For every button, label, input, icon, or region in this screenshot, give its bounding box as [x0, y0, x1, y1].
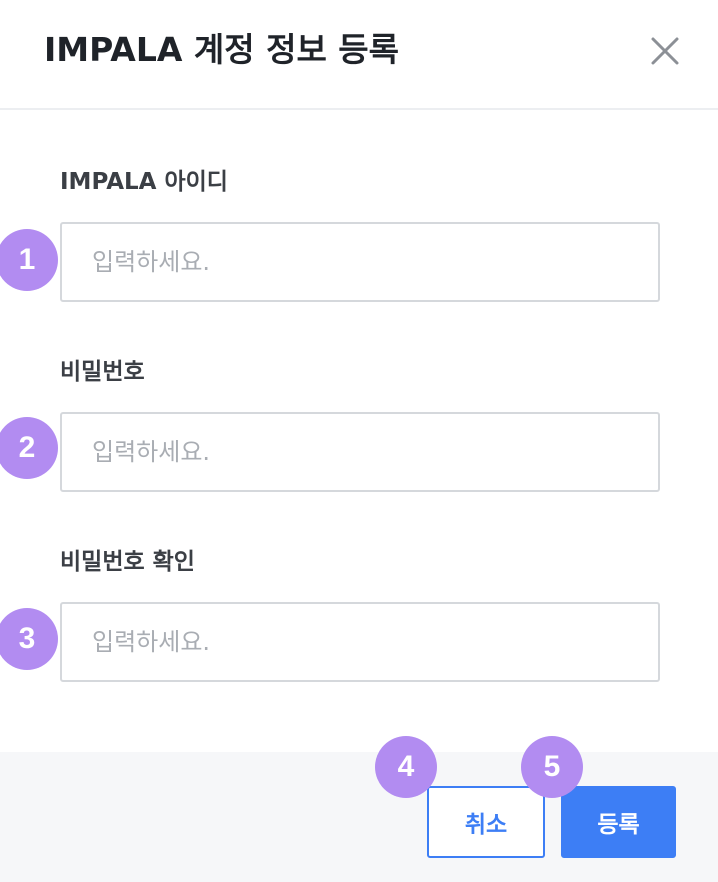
annotation-badge-5: 5	[521, 736, 583, 798]
close-icon	[651, 37, 679, 65]
impala-id-input[interactable]	[60, 222, 660, 302]
password-confirm-label: 비밀번호 확인	[60, 549, 195, 575]
close-button[interactable]	[649, 35, 681, 67]
account-dialog: IMPALA 계정 정보 등록 IMPALA 아이디 1 비밀번호 2 비밀번호…	[0, 0, 718, 882]
dialog-header: IMPALA 계정 정보 등록	[0, 0, 718, 110]
annotation-badge-3: 3	[0, 608, 58, 670]
annotation-badge-4: 4	[375, 736, 437, 798]
annotation-badge-1: 1	[0, 229, 58, 291]
annotation-badge-2: 2	[0, 417, 58, 479]
password-input[interactable]	[60, 412, 660, 492]
password-confirm-input[interactable]	[60, 602, 660, 682]
submit-button[interactable]: 등록	[561, 786, 676, 858]
dialog-title: IMPALA 계정 정보 등록	[44, 30, 400, 69]
impala-id-label: IMPALA 아이디	[60, 169, 228, 195]
password-label: 비밀번호	[60, 359, 145, 385]
cancel-button[interactable]: 취소	[427, 786, 545, 858]
